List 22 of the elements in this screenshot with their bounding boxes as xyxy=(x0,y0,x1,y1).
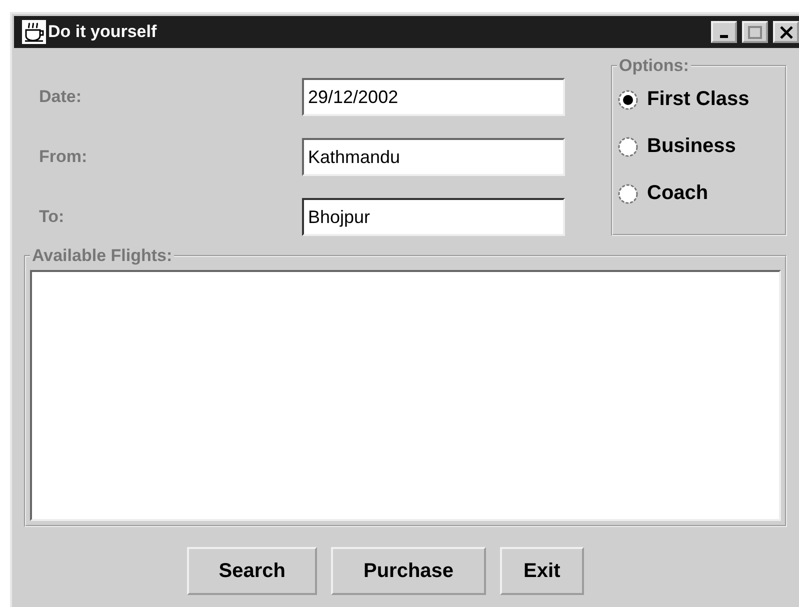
field-label: From: xyxy=(39,147,88,167)
input-field[interactable]: 29/12/2002 xyxy=(302,78,565,116)
group-title: Options: xyxy=(618,56,690,76)
minimize-icon xyxy=(720,35,728,38)
cup-icon xyxy=(22,20,46,44)
maximize-button[interactable] xyxy=(742,21,768,43)
input-field[interactable]: Kathmandu xyxy=(302,138,565,176)
close-button[interactable] xyxy=(773,21,799,43)
window-title: Do it yourself xyxy=(48,22,158,42)
action-button[interactable]: Search xyxy=(186,547,318,595)
field-label: Date: xyxy=(39,87,83,107)
radio-button[interactable]: First Class xyxy=(617,88,777,111)
close-icon xyxy=(780,26,792,38)
radio-button[interactable]: Business xyxy=(617,135,777,158)
action-button[interactable]: Exit xyxy=(500,547,584,595)
maximize-icon xyxy=(748,26,762,38)
minimize-button[interactable] xyxy=(711,21,737,43)
field-label: To: xyxy=(39,207,66,227)
group-title: Available Flights: xyxy=(31,246,174,266)
radio-button[interactable]: Coach xyxy=(617,182,777,205)
input-field[interactable]: Bhojpur xyxy=(302,198,565,236)
action-button[interactable]: Purchase xyxy=(331,547,486,595)
